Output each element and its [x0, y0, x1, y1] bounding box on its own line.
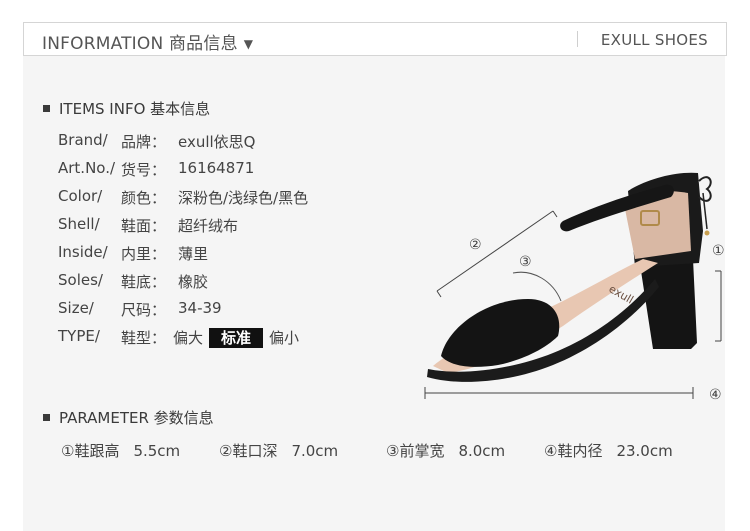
label-cn: 尺码：: [121, 301, 167, 319]
header-divider: [577, 31, 578, 47]
parameter-list: ①鞋跟高 5.5cm ②鞋口深 7.0cm ③前掌宽 8.0cm ④鞋内径 23.0cm: [61, 440, 673, 461]
label-en: TYPE/: [58, 327, 100, 345]
param-value: 5.5cm: [133, 442, 181, 460]
measure-tick-2b: [552, 210, 558, 218]
square-bullet-icon: [43, 414, 50, 421]
marker-4: ④: [709, 387, 722, 403]
param-label: ④鞋内径: [544, 442, 603, 460]
value: 超纤绒布: [178, 217, 239, 235]
heel-block: [635, 259, 697, 349]
dropdown-arrow-icon[interactable]: ▼: [244, 37, 253, 51]
label-en: Size/: [58, 299, 94, 317]
label-cn: 鞋型：: [121, 329, 167, 347]
square-bullet-icon: [43, 105, 50, 112]
parameter-section-title-text: PARAMETER 参数信息: [59, 409, 214, 427]
label-cn: 鞋底：: [121, 273, 167, 291]
label-en: Brand/: [58, 131, 108, 149]
type-standard-highlight: 标准: [209, 328, 264, 348]
information-header: INFORMATION 商品信息 ▼ EXULL SHOES: [23, 22, 727, 56]
param-label: ③前掌宽: [386, 442, 445, 460]
param-inner-length: ④鞋内径 23.0cm: [544, 440, 673, 461]
label-cn: 品牌：: [121, 133, 167, 151]
label-cn: 颜色：: [121, 189, 167, 207]
info-panel: ITEMS INFO 基本信息 Brand/ 品牌： exull依思Q Art.…: [23, 56, 725, 531]
items-section-title: ITEMS INFO 基本信息: [43, 98, 210, 119]
label-cn: 鞋面：: [121, 217, 167, 235]
measure-arc-3: [512, 271, 562, 302]
measure-tick-2a: [436, 290, 442, 298]
marker-1: ①: [712, 243, 725, 259]
value: 橡胶: [178, 273, 209, 291]
brand-name: EXULL SHOES: [600, 31, 708, 49]
param-label: ①鞋跟高: [61, 442, 120, 460]
value: 16164871: [178, 159, 255, 177]
value: 薄里: [178, 245, 209, 263]
value: exull依思Q: [178, 133, 256, 151]
param-value: 7.0cm: [291, 442, 339, 460]
parameter-section-title: PARAMETER 参数信息: [43, 407, 214, 428]
type-scale: 偏大 标准 偏小: [173, 327, 299, 348]
value: 深粉色/浅绿色/黑色: [178, 189, 309, 207]
label-en: Soles/: [58, 271, 103, 289]
bow-bead: [704, 230, 710, 236]
bow-icon: [698, 176, 712, 202]
insole-logo: exull: [607, 282, 636, 306]
param-value: 8.0cm: [458, 442, 506, 460]
value: 34-39: [178, 299, 222, 317]
param-value: 23.0cm: [616, 442, 673, 460]
label-en: Shell/: [58, 215, 100, 233]
header-title[interactable]: INFORMATION 商品信息 ▼: [42, 29, 253, 54]
label-en: Color/: [58, 187, 103, 205]
param-forefoot-width: ③前掌宽 8.0cm: [386, 440, 544, 461]
measure-line-2: [436, 210, 554, 292]
marker-3: ③: [519, 254, 532, 270]
header-title-text: INFORMATION 商品信息: [42, 34, 238, 54]
type-large: 偏大: [173, 329, 204, 347]
param-label: ②鞋口深: [219, 442, 278, 460]
param-heel-height: ①鞋跟高 5.5cm: [61, 440, 219, 461]
marker-2: ②: [469, 237, 482, 253]
items-section-title-text: ITEMS INFO 基本信息: [59, 100, 211, 118]
param-opening-depth: ②鞋口深 7.0cm: [219, 440, 386, 461]
label-cn: 内里：: [121, 245, 167, 263]
label-en: Inside/: [58, 243, 108, 261]
bow-tail: [702, 192, 708, 230]
sandal-diagram: exull ② ③ ① ④: [424, 172, 725, 403]
label-cn: 货号：: [121, 161, 167, 179]
toe-strap: [441, 299, 560, 367]
label-en: Art.No./: [58, 159, 116, 177]
type-small: 偏小: [269, 329, 300, 347]
